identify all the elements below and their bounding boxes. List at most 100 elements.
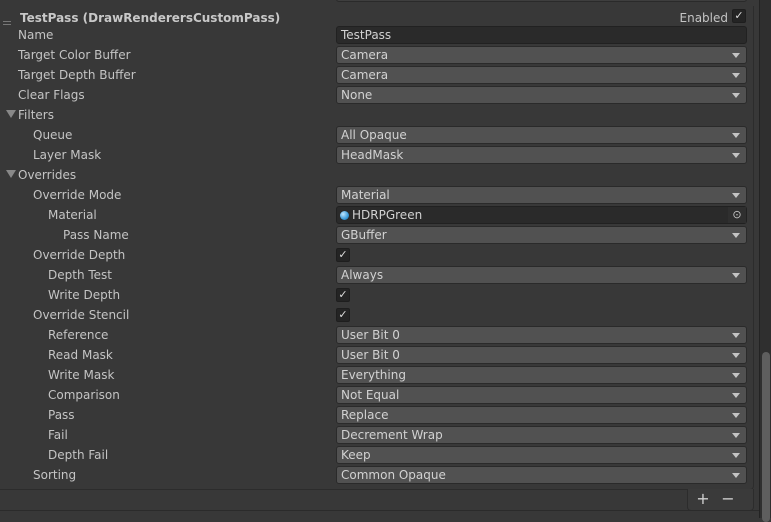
override-mode-label: Override Mode — [33, 188, 122, 202]
target-depth-buffer-dropdown[interactable]: Camera — [336, 66, 747, 84]
object-picker-icon[interactable]: ⊙ — [728, 207, 746, 223]
write-depth-label: Write Depth — [48, 288, 121, 302]
target-color-buffer-dropdown[interactable]: Camera — [336, 46, 747, 64]
queue-value: All Opaque — [341, 128, 407, 142]
dropdown-arrow-icon — [732, 453, 740, 458]
dropdown-arrow-icon — [732, 433, 740, 438]
write-mask-dropdown[interactable]: Everything — [336, 366, 747, 384]
dropdown-arrow-icon — [732, 73, 740, 78]
scrollbar-thumb[interactable] — [762, 352, 770, 522]
read-mask-label: Read Mask — [48, 348, 113, 362]
override-stencil-checkbox[interactable]: ✓ — [336, 308, 350, 322]
row-write-depth: Write Depth ✓ — [0, 285, 754, 305]
row-overrides: Overrides — [0, 165, 754, 185]
previous-field — [336, 0, 747, 2]
enabled-toggle[interactable]: Enabled ✓ — [679, 9, 746, 25]
pass-dropdown[interactable]: Replace — [336, 406, 747, 424]
foldout-arrow-icon[interactable] — [6, 170, 16, 178]
sorting-label: Sorting — [33, 468, 77, 482]
dropdown-arrow-icon — [732, 273, 740, 278]
material-object-field[interactable]: HDRPGreen ⊙ — [336, 206, 747, 224]
row-clear-flags: Clear Flags None — [0, 85, 754, 105]
comparison-value: Not Equal — [341, 388, 400, 402]
layer-mask-value: HeadMask — [341, 148, 404, 162]
dropdown-arrow-icon — [732, 133, 740, 138]
row-depth-fail: Depth Fail Keep — [0, 445, 754, 465]
material-label: Material — [48, 208, 97, 222]
write-mask-label: Write Mask — [48, 368, 115, 382]
enabled-label: Enabled — [679, 11, 729, 25]
row-override-depth: Override Depth ✓ — [0, 245, 754, 265]
dropdown-arrow-icon — [732, 333, 740, 338]
row-read-mask: Read Mask User Bit 0 — [0, 345, 754, 365]
reference-value: User Bit 0 — [341, 328, 400, 342]
pass-name-value: GBuffer — [341, 228, 387, 242]
sorting-value: Common Opaque — [341, 468, 446, 482]
clear-flags-label: Clear Flags — [18, 88, 85, 102]
queue-label: Queue — [33, 128, 73, 142]
list-footer: + − — [687, 489, 754, 511]
pass-name-dropdown[interactable]: GBuffer — [336, 226, 747, 244]
read-mask-dropdown[interactable]: User Bit 0 — [336, 346, 747, 364]
row-target-depth-buffer: Target Depth Buffer Camera — [0, 65, 754, 85]
clear-flags-dropdown[interactable]: None — [336, 86, 747, 104]
override-depth-label: Override Depth — [33, 248, 126, 262]
row-name: Name TestPass — [0, 25, 754, 45]
dropdown-arrow-icon — [732, 93, 740, 98]
depth-fail-value: Keep — [341, 448, 371, 462]
target-color-buffer-label: Target Color Buffer — [18, 48, 131, 62]
override-mode-value: Material — [341, 188, 390, 202]
overrides-label[interactable]: Overrides — [18, 168, 76, 182]
vertical-scrollbar[interactable] — [759, 0, 771, 522]
read-mask-value: User Bit 0 — [341, 348, 400, 362]
row-target-color-buffer: Target Color Buffer Camera — [0, 45, 754, 65]
reference-label: Reference — [48, 328, 109, 342]
enabled-checkbox[interactable]: ✓ — [732, 9, 746, 23]
layer-mask-dropdown[interactable]: HeadMask — [336, 146, 747, 164]
name-value: TestPass — [341, 28, 392, 42]
pass-label: Pass — [48, 408, 75, 422]
override-mode-dropdown[interactable]: Material — [336, 186, 747, 204]
dropdown-arrow-icon — [732, 473, 740, 478]
write-mask-value: Everything — [341, 368, 406, 382]
depth-fail-dropdown[interactable]: Keep — [336, 446, 747, 464]
fail-label: Fail — [48, 428, 68, 442]
pass-name-label: Pass Name — [63, 228, 129, 242]
clear-flags-value: None — [341, 88, 373, 102]
material-icon — [340, 211, 349, 220]
row-depth-test: Depth Test Always — [0, 265, 754, 285]
remove-pass-button[interactable]: − — [718, 489, 738, 508]
fail-value: Decrement Wrap — [341, 428, 443, 442]
override-depth-checkbox[interactable]: ✓ — [336, 248, 350, 262]
target-depth-buffer-label: Target Depth Buffer — [18, 68, 136, 82]
row-filters: Filters — [0, 105, 754, 125]
depth-test-dropdown[interactable]: Always — [336, 266, 747, 284]
dropdown-arrow-icon — [732, 193, 740, 198]
row-write-mask: Write Mask Everything — [0, 365, 754, 385]
dropdown-arrow-icon — [732, 373, 740, 378]
depth-test-label: Depth Test — [48, 268, 112, 282]
row-comparison: Comparison Not Equal — [0, 385, 754, 405]
comparison-label: Comparison — [48, 388, 120, 402]
filters-label[interactable]: Filters — [18, 108, 54, 122]
pass-title: TestPass (DrawRenderersCustomPass) — [20, 11, 281, 25]
name-input[interactable]: TestPass — [336, 26, 747, 44]
foldout-arrow-icon[interactable] — [6, 110, 16, 118]
dropdown-arrow-icon — [732, 53, 740, 58]
row-queue: Queue All Opaque — [0, 125, 754, 145]
add-pass-button[interactable]: + — [693, 489, 713, 508]
queue-dropdown[interactable]: All Opaque — [336, 126, 747, 144]
sorting-dropdown[interactable]: Common Opaque — [336, 466, 747, 484]
material-value: HDRPGreen — [352, 208, 423, 222]
target-color-buffer-value: Camera — [341, 48, 389, 62]
dropdown-arrow-icon — [732, 153, 740, 158]
reference-dropdown[interactable]: User Bit 0 — [336, 326, 747, 344]
comparison-dropdown[interactable]: Not Equal — [336, 386, 747, 404]
dropdown-arrow-icon — [732, 393, 740, 398]
fail-dropdown[interactable]: Decrement Wrap — [336, 426, 747, 444]
row-material: Material HDRPGreen ⊙ — [0, 205, 754, 225]
row-pass-name: Pass Name GBuffer — [0, 225, 754, 245]
layer-mask-label: Layer Mask — [33, 148, 102, 162]
write-depth-checkbox[interactable]: ✓ — [336, 288, 350, 302]
depth-fail-label: Depth Fail — [48, 448, 109, 462]
